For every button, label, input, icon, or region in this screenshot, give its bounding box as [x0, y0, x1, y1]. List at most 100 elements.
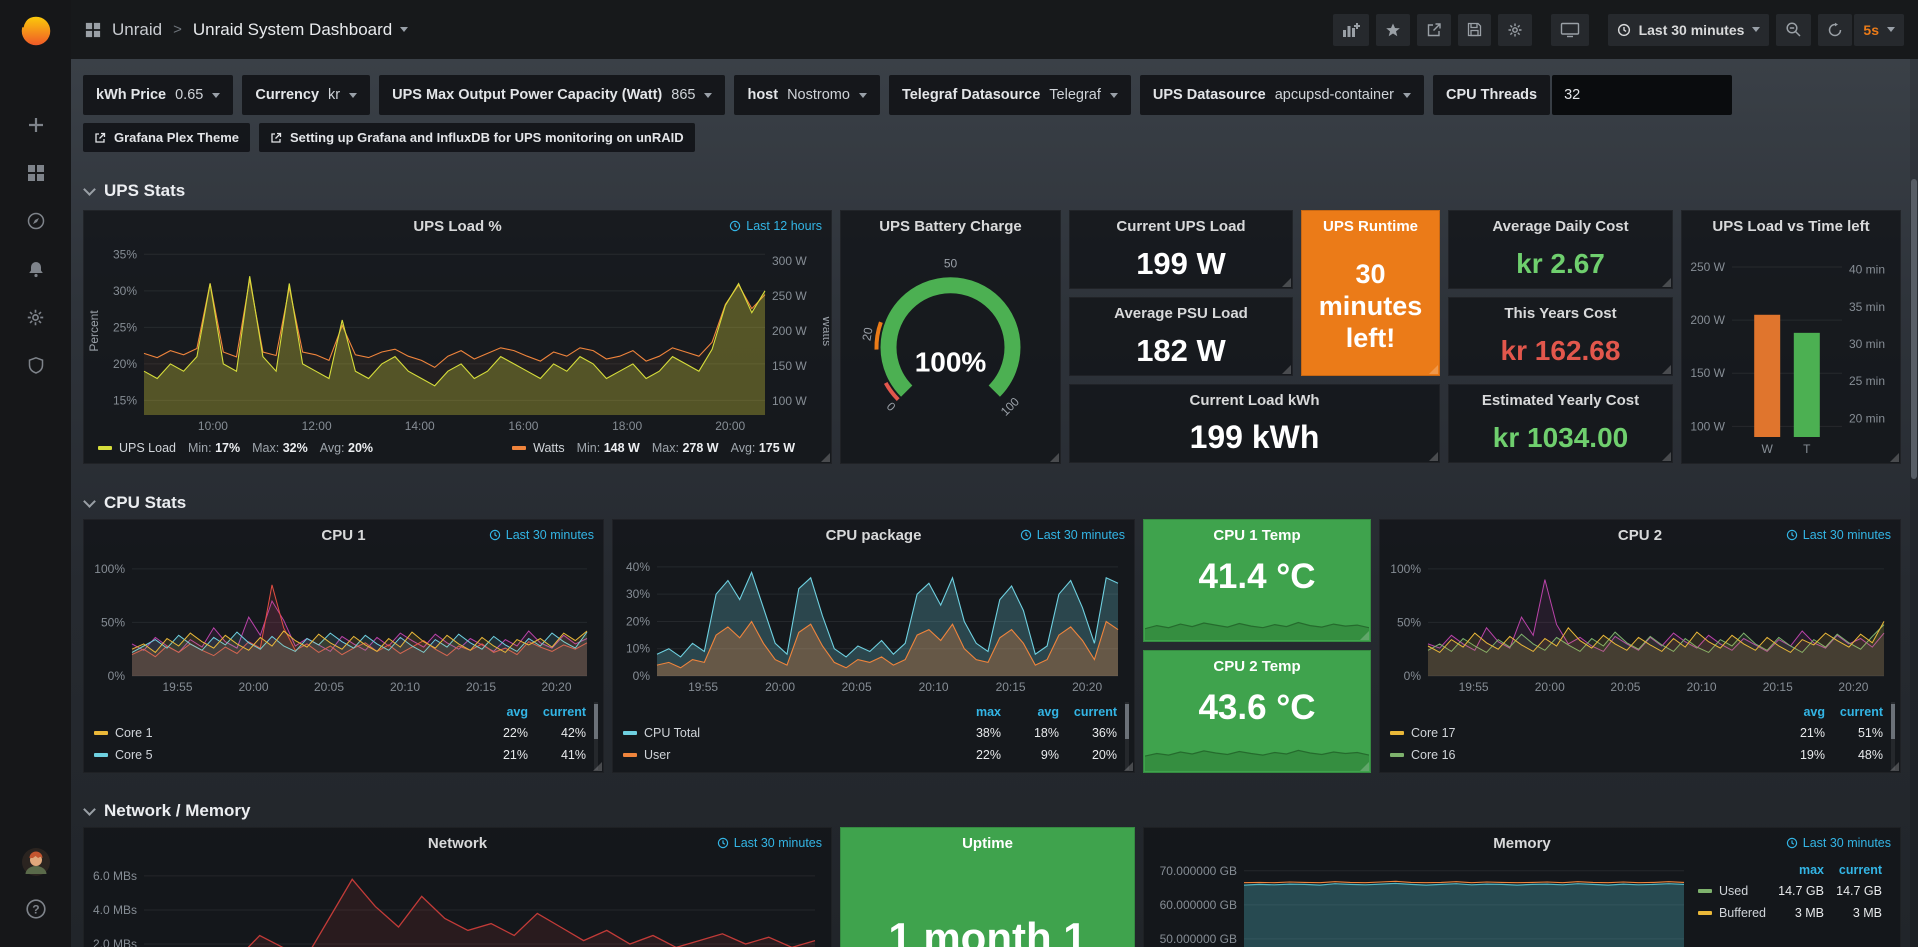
variable-telegraf-datasource[interactable]: Telegraf Datasource Telegraf	[889, 75, 1131, 115]
legend-sort-header[interactable]: avg	[470, 705, 528, 719]
resize-handle[interactable]	[1282, 278, 1291, 287]
svg-text:20:00: 20:00	[1535, 680, 1565, 694]
legend-sort-header[interactable]: current	[1059, 705, 1117, 719]
resize-handle[interactable]	[1890, 762, 1899, 771]
cpu2-chart[interactable]: 0%50%100%19:5520:0020:0520:1020:1520:20	[1382, 548, 1898, 696]
panel-title[interactable]: UPS Battery Charge	[879, 218, 1022, 235]
panel-title[interactable]: Estimated Yearly Cost	[1482, 392, 1639, 409]
resize-handle[interactable]	[1282, 365, 1291, 374]
memory-chart[interactable]: 50.000000 GB60.000000 GB70.000000 GB19:5…	[1146, 856, 1698, 947]
legend-sort-header[interactable]: max	[1766, 863, 1824, 877]
help-button[interactable]: ?	[25, 898, 47, 925]
sidebar-item-explore[interactable]	[0, 197, 71, 245]
legend-row[interactable]: Used14.7 GB14.7 GB	[1698, 880, 1894, 902]
resize-handle[interactable]	[1662, 278, 1671, 287]
legend-row[interactable]: Buffered3 MB3 MB	[1698, 902, 1894, 924]
refresh-interval-dropdown[interactable]: 5s	[1854, 14, 1904, 46]
zoom-out-button[interactable]	[1776, 14, 1811, 46]
dashboard-grid-icon[interactable]	[85, 22, 101, 38]
network-chart[interactable]: 2.0 MBs4.0 MBs6.0 MBs19:5520:0020:0520:1…	[86, 856, 829, 947]
panel-title[interactable]: Current UPS Load	[1116, 218, 1245, 235]
legend-sort-header[interactable]: avg	[1001, 705, 1059, 719]
panel-title[interactable]: CPU 1 Temp	[1213, 527, 1300, 544]
legend-sort-header[interactable]: max	[943, 705, 1001, 719]
scrollbar[interactable]	[1910, 59, 1918, 947]
panel-title[interactable]: UPS Load %	[413, 218, 501, 235]
panel-title[interactable]: Uptime	[962, 835, 1013, 852]
resize-handle[interactable]	[1050, 453, 1059, 462]
resize-handle[interactable]	[1429, 452, 1438, 461]
legend-row[interactable]: Core 122%42%	[94, 722, 598, 744]
time-range-picker[interactable]: Last 30 minutes	[1608, 14, 1770, 46]
breadcrumb-dashboard-title[interactable]: Unraid System Dashboard	[193, 20, 408, 40]
variable-ups-datasource[interactable]: UPS Datasource apcupsd-container	[1140, 75, 1424, 115]
variable-kwh-price[interactable]: kWh Price 0.65	[83, 75, 233, 115]
ups-bar-chart[interactable]: 100 W150 W200 W250 W20 min25 min30 min35…	[1684, 241, 1898, 459]
variable-ups-max-output[interactable]: UPS Max Output Power Capacity (Watt) 865	[379, 75, 725, 115]
resize-handle[interactable]	[1890, 453, 1899, 462]
sidebar-item-create[interactable]	[0, 101, 71, 149]
panel-title[interactable]: CPU package	[826, 527, 922, 544]
legend-row[interactable]: Core 1721%51%	[1390, 722, 1895, 744]
legend-row[interactable]: CPU Total38%18%36%	[623, 722, 1129, 744]
panel-title[interactable]: Current Load kWh	[1190, 392, 1320, 409]
share-dashboard-button[interactable]	[1417, 14, 1451, 46]
resize-handle[interactable]	[1662, 452, 1671, 461]
link-ups-monitoring-guide[interactable]: Setting up Grafana and InfluxDB for UPS …	[259, 123, 695, 152]
add-panel-button[interactable]	[1333, 14, 1369, 46]
sidebar-item-configuration[interactable]	[0, 293, 71, 341]
cpu-package-chart[interactable]: 0%10%20%30%40%19:5520:0020:0520:1020:152…	[615, 548, 1132, 696]
legend-sort-header[interactable]: avg	[1767, 705, 1825, 719]
panel-title[interactable]: Average Daily Cost	[1492, 218, 1628, 235]
battery-gauge[interactable]: 02050100100%	[841, 251, 1060, 426]
variable-currency[interactable]: Currency kr	[242, 75, 370, 115]
legend-sort-header[interactable]: current	[528, 705, 586, 719]
breadcrumb-folder[interactable]: Unraid	[112, 20, 162, 40]
dashboard-settings-button[interactable]	[1498, 14, 1532, 46]
resize-handle[interactable]	[1124, 762, 1133, 771]
section-header-network-memory[interactable]: Network / Memory	[85, 801, 250, 821]
legend-sort-header[interactable]: current	[1824, 863, 1882, 877]
sidebar-item-alerting[interactable]	[0, 245, 71, 293]
cpu1-chart[interactable]: 0%50%100%19:5520:0020:0520:1020:1520:20	[86, 548, 601, 696]
grafana-logo-button[interactable]	[0, 0, 71, 59]
section-header-ups-stats[interactable]: UPS Stats	[85, 181, 185, 201]
panel-title[interactable]: Memory	[1493, 835, 1551, 852]
panel-title[interactable]: UPS Load vs Time left	[1712, 218, 1869, 235]
ups-load-chart[interactable]: 15%20%25%30%35%100 W150 W200 W250 W300 W…	[86, 239, 829, 435]
cycle-view-button[interactable]	[1551, 14, 1589, 46]
legend-row[interactable]: Core 1619%48%	[1390, 744, 1895, 766]
panel-title[interactable]: CPU 2 Temp	[1213, 658, 1300, 675]
legend-row[interactable]: Core 521%41%	[94, 744, 598, 766]
resize-handle[interactable]	[821, 453, 830, 462]
legend-series-watts[interactable]: Watts Min: 148 W Max: 278 W Avg: 175 W	[512, 441, 795, 455]
refresh-button[interactable]	[1818, 14, 1852, 46]
panel-title[interactable]: CPU 1	[321, 527, 365, 544]
legend-sort-header[interactable]: current	[1825, 705, 1883, 719]
resize-handle[interactable]	[1662, 365, 1671, 374]
resize-handle[interactable]	[1429, 365, 1438, 374]
resize-handle[interactable]	[593, 762, 602, 771]
variable-host[interactable]: host Nostromo	[734, 75, 879, 115]
external-link-icon	[94, 132, 106, 144]
panel-cpu1-temp: CPU 1 Temp 41.4 °C	[1143, 519, 1371, 642]
link-grafana-plex-theme[interactable]: Grafana Plex Theme	[83, 123, 250, 152]
panel-title[interactable]: This Years Cost	[1504, 305, 1616, 322]
panel-title[interactable]: UPS Runtime	[1323, 218, 1418, 235]
section-title: UPS Stats	[104, 181, 185, 201]
sidebar-item-dashboards[interactable]	[0, 149, 71, 197]
sidebar-item-server-admin[interactable]	[0, 341, 71, 389]
section-header-cpu-stats[interactable]: CPU Stats	[85, 493, 186, 513]
scrollbar-thumb[interactable]	[1911, 179, 1917, 479]
panel-title[interactable]: Average PSU Load	[1114, 305, 1248, 322]
resize-handle[interactable]	[1360, 631, 1369, 640]
star-dashboard-button[interactable]	[1376, 14, 1410, 46]
legend-series-ups-load[interactable]: UPS Load Min: 17% Max: 32% Avg: 20%	[98, 441, 373, 455]
resize-handle[interactable]	[1360, 762, 1369, 771]
save-dashboard-button[interactable]	[1458, 14, 1491, 46]
legend-row[interactable]: User22%9%20%	[623, 744, 1129, 766]
user-avatar[interactable]	[21, 847, 51, 882]
cpu-threads-input[interactable]	[1552, 75, 1732, 115]
panel-title[interactable]: Network	[428, 835, 487, 852]
panel-title[interactable]: CPU 2	[1618, 527, 1662, 544]
